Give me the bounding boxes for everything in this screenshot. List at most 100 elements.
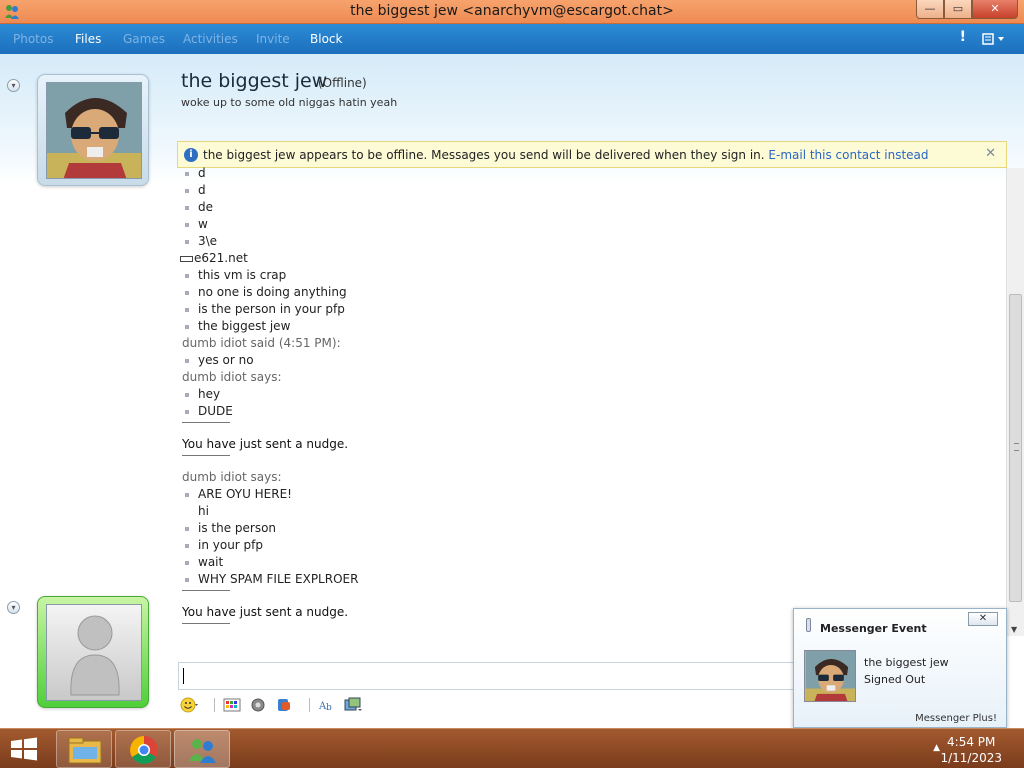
message-text: WHY SPAM FILE EXPLROER [198,572,359,586]
bullet-icon [185,222,189,227]
message-text: is the person [198,521,277,535]
bullet-icon [185,526,189,531]
toolbar-invite[interactable]: Invite [256,32,290,46]
message-line: is the person in your pfp [185,302,345,319]
show-menu-icon[interactable] [982,32,1006,46]
message-line: hi [185,504,209,521]
conversation-history[interactable]: d d de w 3\e e621.net this vm is crap no one is… [180,162,1000,632]
message-text: is the person in your pfp [198,302,345,316]
taskbar-messenger[interactable] [174,730,230,768]
email-contact-link[interactable]: E-mail this contact instead [768,148,928,162]
clock-date: 1/11/2023 [940,751,1002,765]
message-text: hi [198,504,209,518]
message-text: no one is doing anything [198,285,347,299]
toolbar-photos[interactable]: Photos [13,32,53,46]
contact-display-picture[interactable] [37,74,149,186]
folder-icon [68,737,102,764]
bullet-icon [185,273,189,278]
message-text: in your pfp [198,538,264,552]
close-button[interactable]: ✕ [972,0,1018,19]
message-line: no one is doing anything [185,285,347,302]
title-bar: the biggest jew <anarchyvm@escargot.chat… [0,0,1024,24]
windows-start-icon[interactable] [10,737,38,761]
message-line: ARE OYU HERE! [185,487,292,504]
conversation-scrollbar[interactable]: ▼ [1006,168,1024,636]
toast-event-text: Signed Out [864,673,926,686]
scroll-down-arrow-icon[interactable]: ▼ [1011,625,1017,634]
message-line: is the person [185,521,276,538]
toast-footer: Messenger Plus! [915,713,997,724]
infobar-close-icon[interactable]: ✕ [985,146,996,161]
window-title: the biggest jew <anarchyvm@escargot.chat… [350,3,674,19]
pin-icon[interactable] [806,618,811,632]
show-hidden-icons-arrow[interactable]: ▲ [933,743,940,753]
alert-icon[interactable]: ! [960,29,966,45]
message-text: 3\e [198,234,218,248]
sender-text: dumb idiot said (4:51 PM): [182,336,341,350]
message-line: hey [185,387,220,404]
message-text: wait [198,555,224,569]
bullet-icon [185,239,189,244]
nudge-notice: You have just sent a nudge. [182,605,348,622]
font-icon[interactable]: A b [318,697,336,713]
wink-grid-icon[interactable] [223,697,241,713]
message-text: de [198,200,213,214]
collapse-contact-pic-icon[interactable]: ▾ [7,79,20,92]
bullet-icon [185,171,189,176]
message-line: e621.net [180,251,248,268]
taskbar-file-explorer[interactable] [56,730,112,768]
message-line: wait [185,555,223,572]
bullet-icon [185,392,189,397]
sender-text: dumb idiot says: [182,470,282,484]
link-icon [180,255,193,262]
info-icon: i [184,148,198,162]
message-link[interactable]: e621.net [194,251,248,265]
message-text: this vm is crap [198,268,287,282]
nudge-separator [182,623,230,624]
bullet-icon [185,543,189,548]
bullet-icon [185,409,189,414]
emoticon-icon[interactable] [180,697,198,713]
message-line: yes or no [185,353,254,370]
bullet-icon [185,560,189,565]
contact-avatar-image [47,83,141,178]
taskbar-chrome[interactable] [115,730,171,768]
text-caret [183,668,184,684]
sender-header: dumb idiot says: [182,370,282,387]
sender-header: dumb idiot says: [182,470,282,487]
message-line: DUDE [185,404,233,421]
toast-close-button[interactable]: ✕ [968,612,998,626]
nudge-icon[interactable] [275,697,293,713]
bullet-icon [185,188,189,193]
toast-title: Messenger Event [820,622,927,635]
maximize-button[interactable]: ▭ [944,0,972,19]
background-icon[interactable] [344,697,362,713]
messenger-event-toast[interactable]: Messenger Event ✕ the biggest jew Signed… [793,608,1007,728]
messenger-users-icon [189,739,216,763]
message-text: DUDE [198,404,233,418]
bullet-icon [185,290,189,295]
toolbar-activities[interactable]: Activities [183,32,238,46]
voice-clip-icon[interactable] [249,697,267,713]
toolbar-files[interactable]: Files [75,32,101,46]
toolbar-block[interactable]: Block [310,32,342,46]
taskbar: ▲ 4:54 PM 1/11/2023 [0,728,1024,768]
sender-text: dumb idiot says: [182,370,282,384]
svg-text:b: b [326,703,332,713]
user-display-picture[interactable] [37,596,149,708]
bullet-icon [185,205,189,210]
scrollbar-thumb[interactable] [1009,294,1022,602]
chrome-icon [130,736,158,764]
bullet-icon [185,358,189,363]
bullet-icon [185,307,189,312]
sender-header: dumb idiot said (4:51 PM): [182,336,341,353]
message-input[interactable] [178,662,798,690]
contact-personal-message: woke up to some old niggas hatin yeah [181,96,398,109]
input-toolbar: A b [180,694,370,716]
toast-avatar [804,650,856,702]
collapse-user-pic-icon[interactable]: ▾ [7,601,20,614]
toolbar-games[interactable]: Games [123,32,165,46]
nudge-separator [182,590,230,591]
system-clock[interactable]: 4:54 PM 1/11/2023 [940,734,1002,766]
minimize-button[interactable]: — [916,0,944,19]
